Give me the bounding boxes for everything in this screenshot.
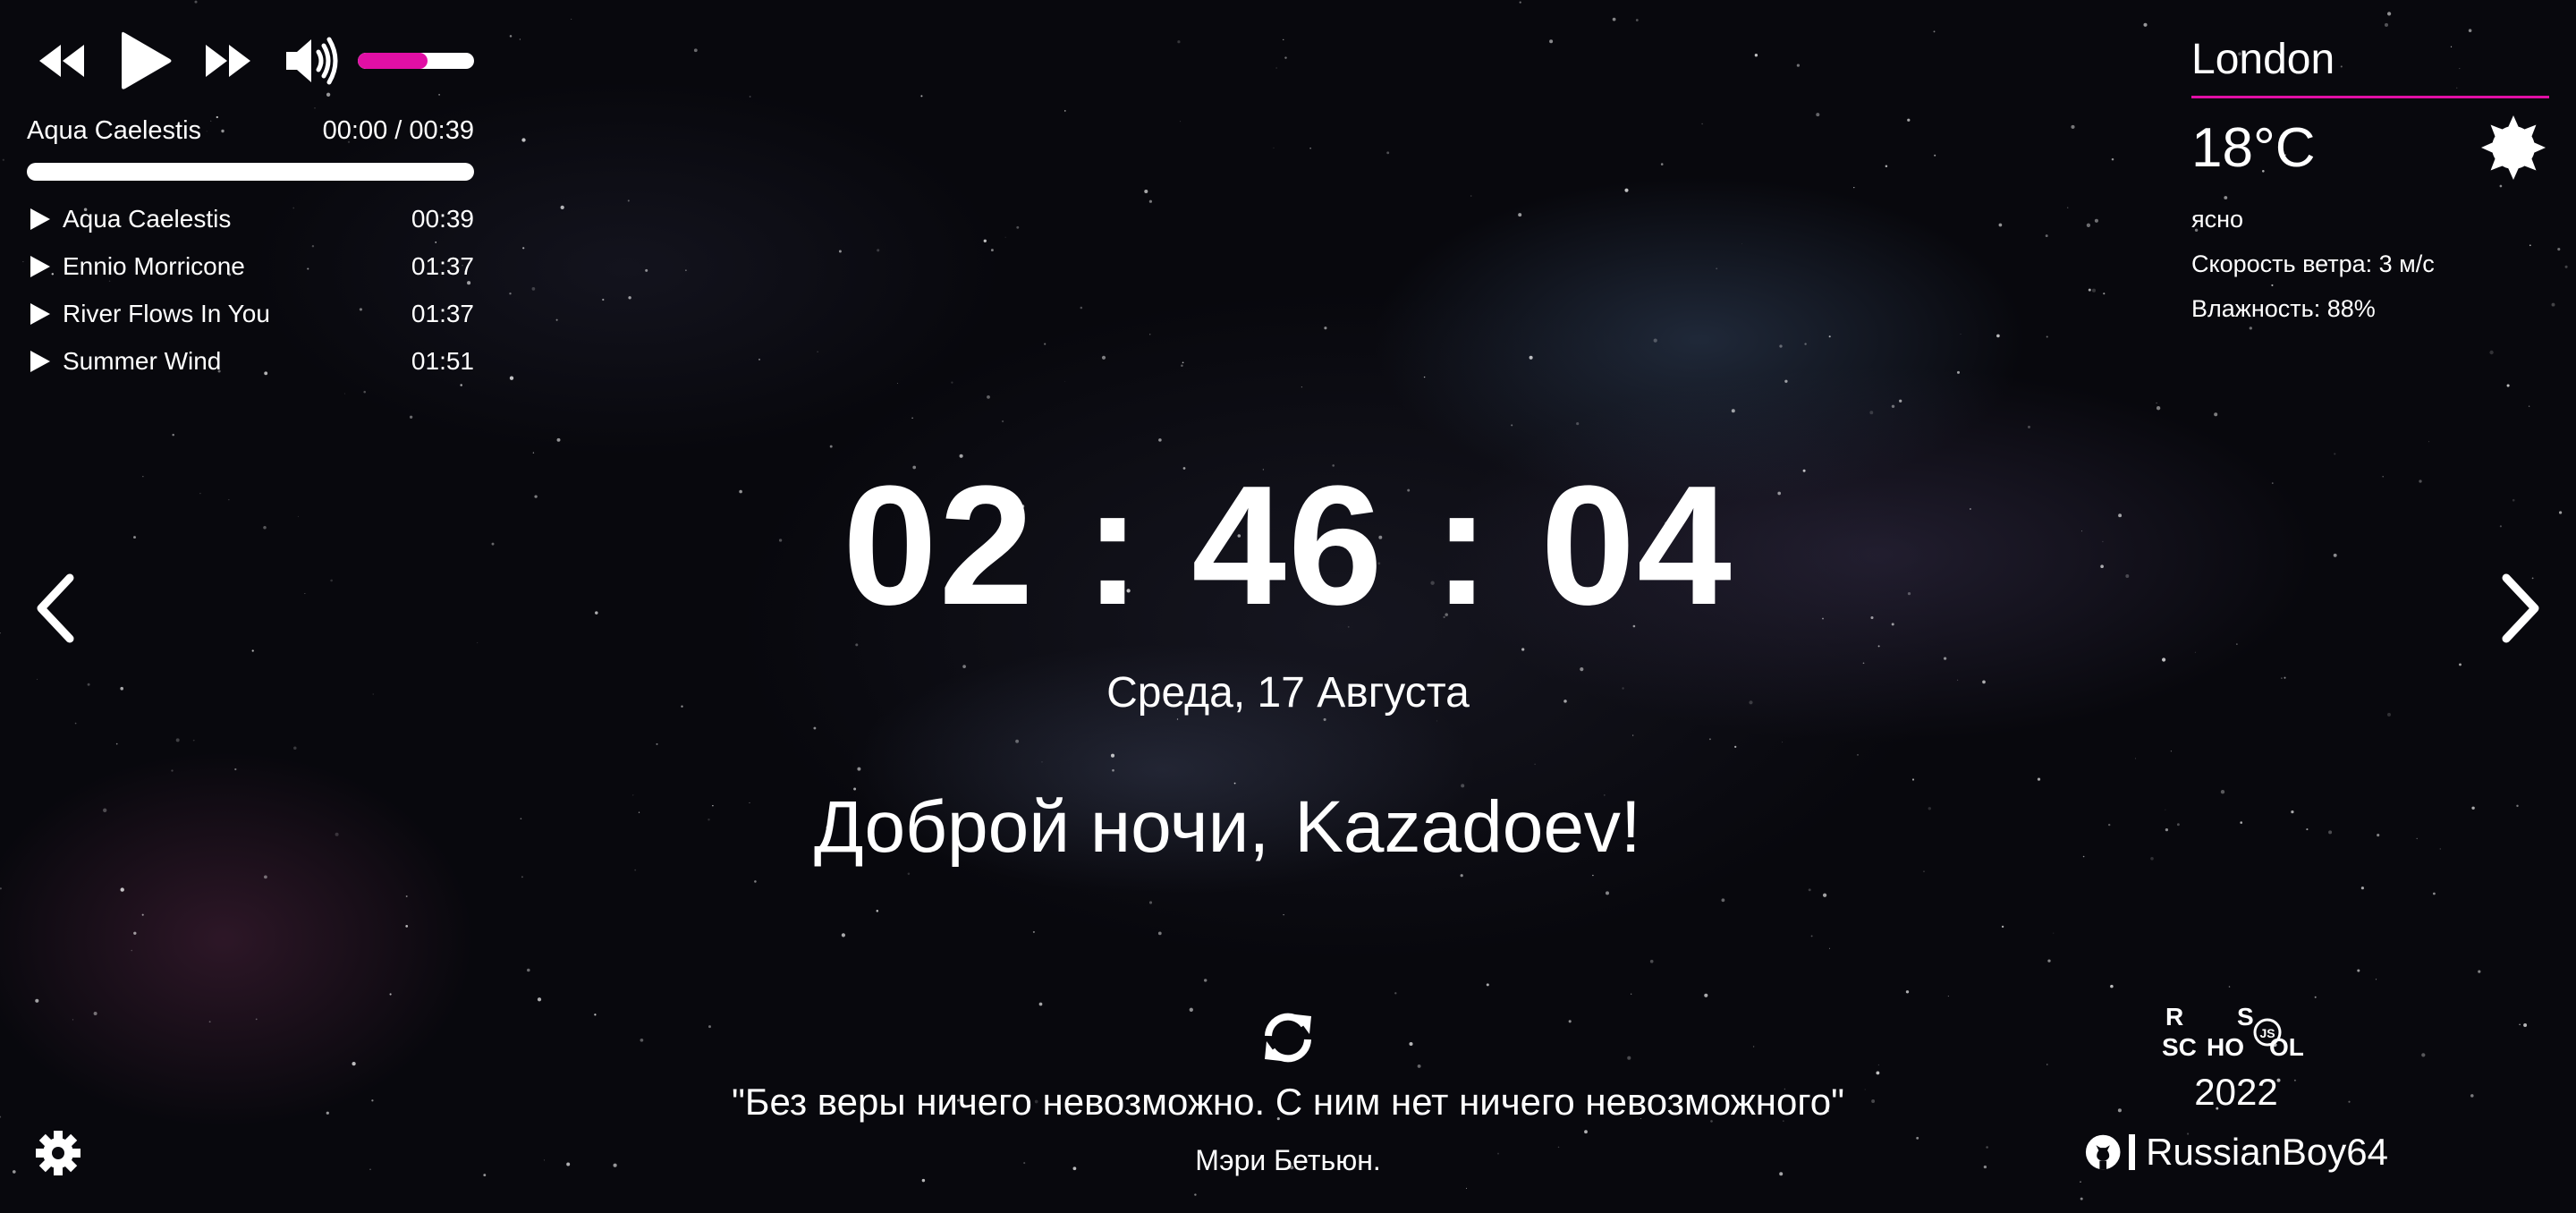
- svg-text:HO: HO: [2207, 1033, 2244, 1061]
- name-input[interactable]: [1269, 785, 1689, 869]
- copyright-year: 2022: [2194, 1071, 2278, 1113]
- playlist-item[interactable]: Ennio Morricone 01:37: [27, 242, 474, 290]
- weather-widget: 18°C ясно Скорость ветра: 3 м/с Влажност…: [2191, 27, 2549, 331]
- city-input[interactable]: [2191, 27, 2549, 98]
- github-icon: [2085, 1134, 2121, 1170]
- wind-speed: Скорость ветра: 3 м/с: [2191, 250, 2435, 277]
- track-title: River Flows In You: [63, 299, 270, 327]
- separator: [2129, 1134, 2136, 1170]
- track-time: 00:00 / 00:39: [322, 115, 474, 145]
- svg-text:S: S: [2237, 1003, 2254, 1031]
- change-quote-button[interactable]: [1259, 1009, 1317, 1066]
- weather-description: ясно: [2191, 206, 2244, 233]
- clock-time: 02 : 46 : 04: [843, 451, 1733, 640]
- volume-slider-fill: [357, 53, 428, 69]
- track-progress-bar[interactable]: [27, 163, 474, 181]
- track-title: Summer Wind: [63, 346, 222, 375]
- temperature-row: 18°C: [2191, 98, 2549, 197]
- prev-track-button[interactable]: [34, 34, 88, 88]
- svg-text:SC: SC: [2162, 1033, 2197, 1061]
- play-small-icon: [30, 208, 50, 230]
- track-duration: 00:39: [411, 204, 474, 233]
- volume-slider[interactable]: [357, 53, 474, 69]
- play-small-icon: [30, 350, 50, 372]
- gear-icon: [36, 1131, 80, 1175]
- settings-button[interactable]: [34, 1129, 82, 1177]
- play-small-icon: [30, 255, 50, 277]
- play-small-icon: [30, 302, 50, 325]
- track-title: Ennio Morricone: [63, 251, 245, 280]
- greeting: Доброй ночи,: [814, 778, 1689, 877]
- github-link[interactable]: RussianBoy64: [2084, 1131, 2388, 1174]
- github-username: RussianBoy64: [2146, 1131, 2388, 1173]
- rewind-icon: [39, 45, 84, 77]
- track-duration: 01:37: [411, 299, 474, 327]
- playlist-item[interactable]: Summer Wind 01:51: [27, 337, 474, 385]
- humidity: Влажность: 88%: [2191, 295, 2376, 322]
- volume-icon: [285, 37, 338, 85]
- fast-forward-icon: [205, 45, 250, 77]
- date: Среда, 17 Августа: [1106, 669, 1470, 717]
- next-track-button[interactable]: [202, 34, 256, 88]
- rs-school-logo[interactable]: R S SC HO OL JS: [2160, 1000, 2312, 1065]
- temperature: 18°C: [2191, 116, 2316, 179]
- track-duration: 01:51: [411, 346, 474, 375]
- playlist-item[interactable]: River Flows In You 01:37: [27, 290, 474, 337]
- audio-player: Aqua Caelestis 00:00 / 00:39 Aqua Caeles…: [27, 27, 474, 385]
- now-playing-row: Aqua Caelestis 00:00 / 00:39: [27, 113, 474, 148]
- play-icon: [121, 31, 172, 89]
- now-playing-title: Aqua Caelestis: [27, 115, 202, 145]
- mute-button[interactable]: [283, 34, 342, 88]
- playlist-item[interactable]: Aqua Caelestis 00:39: [27, 195, 474, 242]
- svg-text:JS: JS: [2259, 1026, 2275, 1040]
- playlist: Aqua Caelestis 00:39 Ennio Morricone 01:37 R…: [27, 195, 474, 385]
- track-title: Aqua Caelestis: [63, 204, 232, 233]
- play-button[interactable]: [116, 27, 175, 95]
- track-duration: 01:37: [411, 251, 474, 280]
- greeting-text: Доброй ночи,: [814, 786, 1270, 868]
- clear-sky-icon: [2481, 115, 2546, 180]
- credits: R S SC HO OL JS 2022 RussianBoy64: [2084, 1000, 2388, 1174]
- player-controls: [27, 27, 474, 95]
- svg-text:R: R: [2165, 1003, 2183, 1031]
